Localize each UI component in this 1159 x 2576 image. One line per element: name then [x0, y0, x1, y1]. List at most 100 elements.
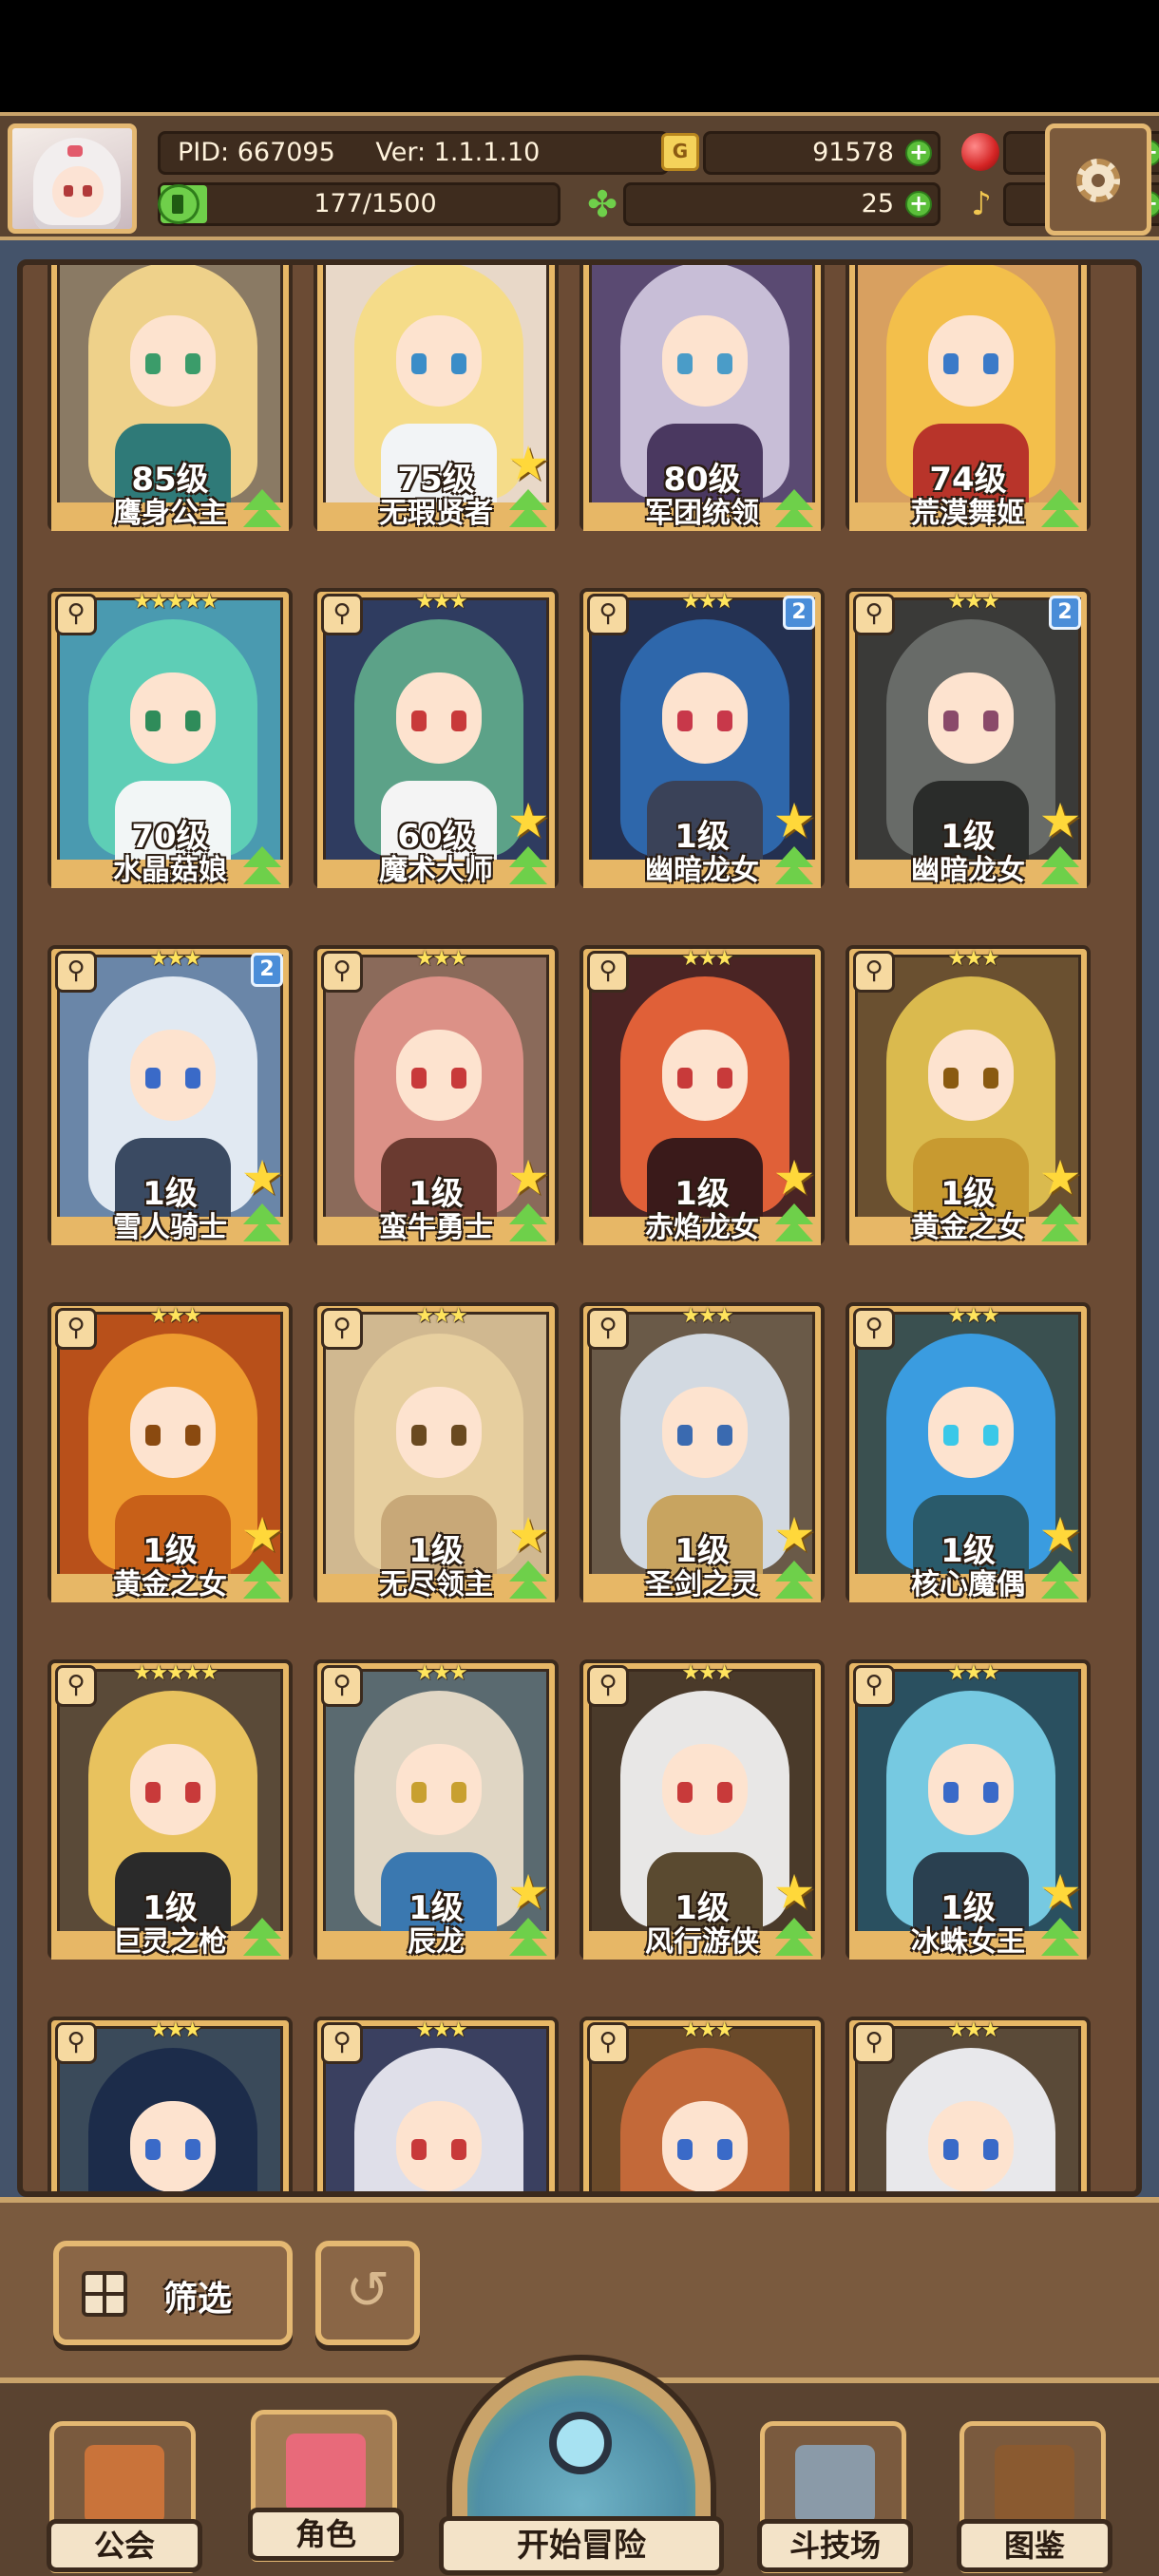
hero-eye: [411, 2139, 427, 2160]
upgrade-arrow-icon[interactable]: [771, 1203, 817, 1245]
hero-eye: [943, 353, 959, 374]
hero-card[interactable]: ⚲ ★★★: [314, 2017, 559, 2191]
refresh-button[interactable]: ↺: [315, 2241, 420, 2345]
upgrade-arrow-icon[interactable]: [1037, 1561, 1083, 1602]
hero-card[interactable]: ⚲ ★★★★★ 70级 水晶菇娘: [48, 588, 293, 888]
upgrade-arrow-icon[interactable]: [771, 489, 817, 531]
hero-card[interactable]: ⚲ ★★★ 1级 核心魔偶 ★: [846, 1302, 1091, 1602]
nav-codex-label: 图鉴: [957, 2519, 1112, 2572]
hero-card[interactable]: ⚲ ★★★ 1级 蛮牛勇士 ★: [314, 945, 559, 1245]
filter-button[interactable]: 筛选: [53, 2241, 293, 2345]
favorite-star-icon[interactable]: ★: [1036, 1511, 1085, 1559]
upgrade-arrow-icon[interactable]: [239, 846, 285, 888]
hero-rarity-stars: ★★★: [947, 2018, 999, 2042]
upgrade-arrow-icon[interactable]: [1037, 1203, 1083, 1245]
favorite-star-icon[interactable]: ★: [504, 1511, 553, 1559]
hero-rarity-stars: ★★★: [681, 2018, 733, 2042]
hero-card[interactable]: ⚲ ★★★ 1级 无尽领主 ★: [314, 1302, 559, 1602]
nav-guild-label: 公会: [47, 2519, 202, 2572]
nav-arena[interactable]: 斗技场: [757, 2421, 913, 2573]
hero-card[interactable]: ⚲ ★★★: [846, 2017, 1091, 2191]
hero-card[interactable]: ⚲ ★★★★★ 1级 巨灵之枪: [48, 1659, 293, 1960]
favorite-star-icon[interactable]: ★: [1036, 797, 1085, 844]
nav-guild[interactable]: 公会: [47, 2421, 202, 2573]
gold-coin-icon: G: [661, 133, 699, 171]
add-gold-button[interactable]: +: [905, 140, 932, 166]
hero-face: [662, 1387, 748, 1478]
hero-rarity-stars: ★★★: [947, 1661, 999, 1685]
clover-counter: 25 +: [623, 182, 940, 226]
upgrade-arrow-icon[interactable]: [771, 1561, 817, 1602]
upgrade-arrow-icon[interactable]: [505, 1561, 551, 1602]
avatar-eye: [64, 185, 73, 197]
hero-eye: [411, 353, 427, 374]
hero-rarity-stars: ★★★: [415, 2018, 467, 2042]
hero-list-frame: 85级 鹰身公主 75级 无瑕贤者 ★ 80级 军团统领 74级 荒漠舞姬 ⚲ ★★★★★ 70级 水晶…: [0, 240, 1159, 2197]
upgrade-arrow-icon[interactable]: [505, 1918, 551, 1960]
hero-card[interactable]: 85级 鹰身公主: [48, 265, 293, 531]
hero-card[interactable]: 80级 军团统领: [580, 265, 825, 531]
add-clovers-button[interactable]: +: [905, 191, 932, 218]
hero-card[interactable]: ⚲ ★★★: [48, 2017, 293, 2191]
favorite-star-icon[interactable]: ★: [770, 1511, 819, 1559]
hero-card[interactable]: ⚲ ★★★ 2 1级 幽暗龙女 ★: [580, 588, 825, 888]
favorite-star-icon[interactable]: ★: [770, 1868, 819, 1916]
hero-card[interactable]: 75级 无瑕贤者 ★: [314, 265, 559, 531]
upgrade-arrow-icon[interactable]: [239, 489, 285, 531]
hero-face: [396, 672, 482, 764]
hero-rarity-stars: ★★★: [947, 590, 999, 614]
hero-card[interactable]: 74级 荒漠舞姬: [846, 265, 1091, 531]
nav-adventure[interactable]: 开始冒险: [439, 2355, 724, 2576]
hero-eye: [677, 1425, 693, 1446]
hero-eye: [943, 1068, 959, 1089]
upgrade-arrow-icon[interactable]: [771, 846, 817, 888]
player-avatar[interactable]: [8, 123, 137, 234]
favorite-star-icon[interactable]: ★: [504, 1154, 553, 1202]
hero-card[interactable]: ⚲ ★★★ 1级 圣剑之灵 ★: [580, 1302, 825, 1602]
favorite-star-icon[interactable]: ★: [504, 440, 553, 487]
favorite-star-icon[interactable]: ★: [1036, 1154, 1085, 1202]
hero-eye: [677, 1068, 693, 1089]
hero-card[interactable]: ⚲ ★★★ 60级 魔术大师 ★: [314, 588, 559, 888]
hero-card[interactable]: ⚲ ★★★ 2 1级 雪人骑士 ★: [48, 945, 293, 1245]
favorite-star-icon[interactable]: ★: [238, 1154, 287, 1202]
hero-card[interactable]: ⚲ ★★★ 1级 冰蛛女王 ★: [846, 1659, 1091, 1960]
hero-rarity-stars: ★★★: [947, 947, 999, 971]
nav-character[interactable]: 角色: [248, 2410, 404, 2562]
hero-card[interactable]: ⚲ ★★★ 1级 黄金之女 ★: [846, 945, 1091, 1245]
hero-eye: [943, 1782, 959, 1803]
hero-eye: [185, 1068, 200, 1089]
upgrade-arrow-icon[interactable]: [771, 1918, 817, 1960]
upgrade-arrow-icon[interactable]: [239, 1561, 285, 1602]
favorite-star-icon[interactable]: ★: [1036, 1868, 1085, 1916]
upgrade-arrow-icon[interactable]: [505, 489, 551, 531]
hero-card[interactable]: ⚲ ★★★ 1级 辰龙 ★: [314, 1659, 559, 1960]
upgrade-arrow-icon[interactable]: [505, 846, 551, 888]
favorite-star-icon[interactable]: ★: [238, 1511, 287, 1559]
nav-codex[interactable]: 图鉴: [957, 2421, 1112, 2573]
upgrade-arrow-icon[interactable]: [505, 1203, 551, 1245]
hero-card[interactable]: ⚲ ★★★: [580, 2017, 825, 2191]
hero-grid[interactable]: 85级 鹰身公主 75级 无瑕贤者 ★ 80级 军团统领 74级 荒漠舞姬 ⚲ ★★★★★ 70级 水晶…: [17, 259, 1142, 2197]
upgrade-arrow-icon[interactable]: [1037, 1918, 1083, 1960]
hero-eye: [451, 1068, 466, 1089]
settings-button[interactable]: [1045, 123, 1151, 236]
favorite-star-icon[interactable]: ★: [770, 1154, 819, 1202]
upgrade-arrow-icon[interactable]: [1037, 489, 1083, 531]
favorite-star-icon[interactable]: ★: [504, 797, 553, 844]
hero-eye: [943, 1425, 959, 1446]
hero-card[interactable]: ⚲ ★★★ 1级 黄金之女 ★: [48, 1302, 293, 1602]
favorite-star-icon[interactable]: ★: [770, 797, 819, 844]
upgrade-arrow-icon[interactable]: [239, 1918, 285, 1960]
character-girl-icon: [286, 2434, 366, 2513]
hero-eye: [411, 1782, 427, 1803]
hero-card[interactable]: ⚲ ★★★ 1级 赤焰龙女 ★: [580, 945, 825, 1245]
gold-counter: 91578 +: [703, 131, 940, 175]
hero-eye: [983, 1068, 998, 1089]
upgrade-arrow-icon[interactable]: [1037, 846, 1083, 888]
hero-card[interactable]: ⚲ ★★★ 2 1级 幽暗龙女 ★: [846, 588, 1091, 888]
favorite-star-icon[interactable]: ★: [504, 1868, 553, 1916]
horn-icon: ♪: [971, 185, 992, 223]
hero-card[interactable]: ⚲ ★★★ 1级 风行游侠 ★: [580, 1659, 825, 1960]
upgrade-arrow-icon[interactable]: [239, 1203, 285, 1245]
